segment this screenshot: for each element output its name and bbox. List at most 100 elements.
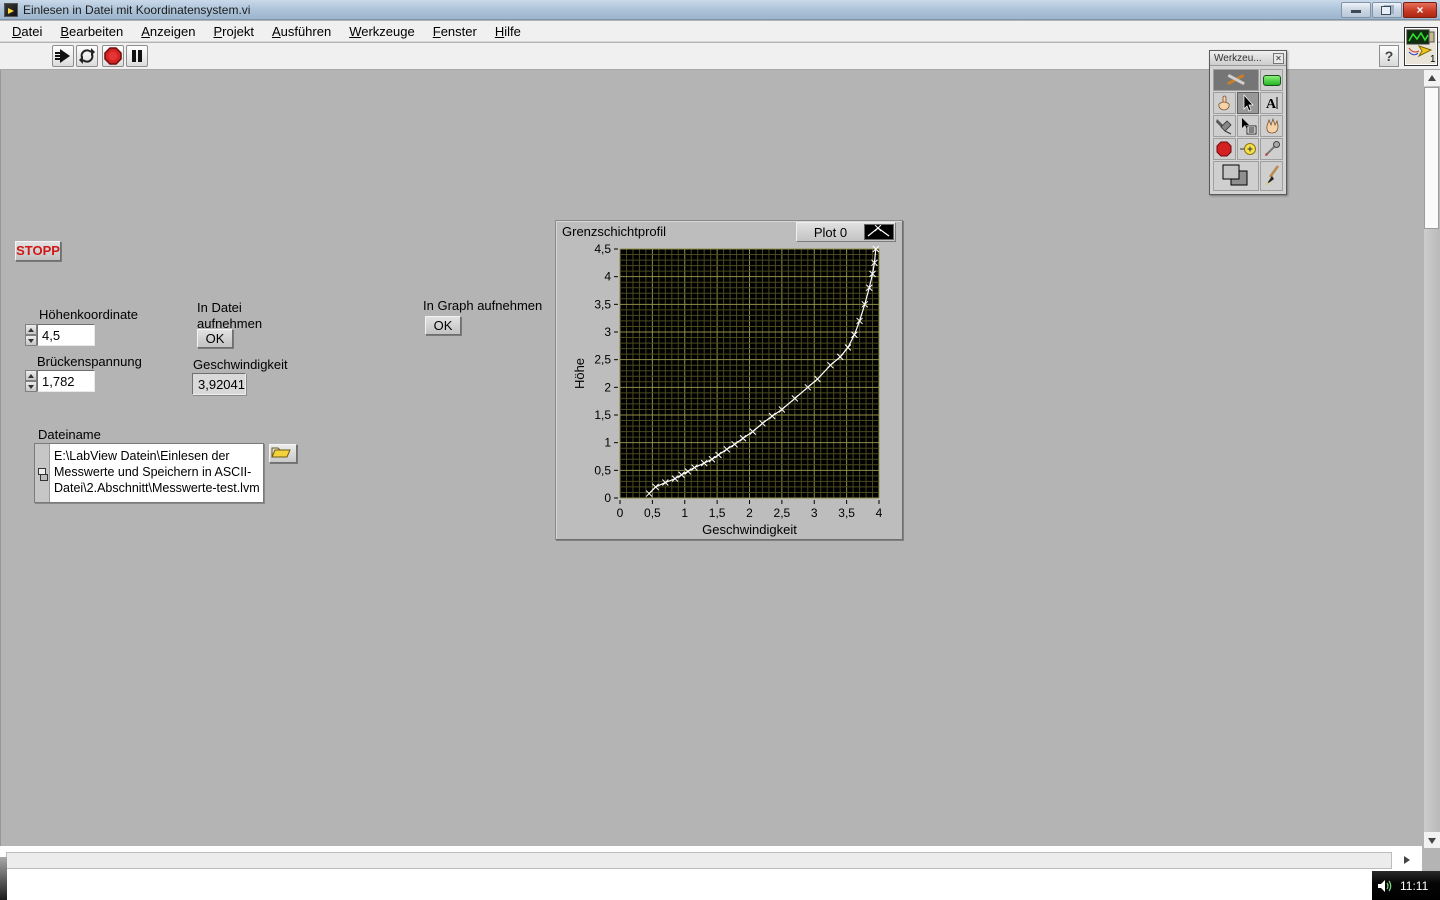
run-icon [55,49,70,63]
scroll-down-icon[interactable] [1424,832,1440,848]
tool-edit-text[interactable]: A [1260,92,1284,114]
labview-app-icon [4,2,18,17]
svg-text:2: 2 [604,380,611,394]
vertical-scroll-thumb[interactable] [1424,87,1439,229]
dateiname-path-text[interactable]: E:\LabView Datein\Einlesen der Messwerte… [50,444,263,502]
scroll-hand-icon [1266,117,1279,134]
decrement-button[interactable] [25,335,37,346]
menu-projekt[interactable]: Projekt [204,22,262,41]
svg-text:A: A [1266,97,1277,112]
svg-text:0: 0 [604,491,611,505]
dateiname-path-control[interactable]: E:\LabView Datein\Einlesen der Messwerte… [34,443,264,503]
titlebar[interactable]: Einlesen in Datei mit Koordinatensystem.… [0,0,1440,20]
tools-palette-title: Werkzeu... [1214,53,1262,64]
pause-button[interactable] [126,45,148,67]
graph-title: Grenzschichtprofil [562,224,667,239]
pause-icon [132,50,142,62]
svg-text:3: 3 [811,506,818,520]
in-datei-ok-button[interactable]: OK [197,329,233,348]
svg-text:1,5: 1,5 [594,408,611,422]
geschwindigkeit-indicator: 3,92041 [192,373,246,395]
color-boxes-icon [1222,164,1248,186]
in-graph-aufnehmen-label: In Graph aufnehmen [423,298,543,313]
abort-icon [104,47,122,65]
palette-close-icon[interactable]: ✕ [1273,53,1284,64]
taskbar-left-edge [0,857,7,900]
brueckenspannung-input[interactable]: 1,782 [37,370,95,392]
svg-text:1: 1 [1430,54,1436,65]
decrement-button[interactable] [25,381,37,392]
tool-paint-brush[interactable] [1260,161,1283,191]
tool-get-color[interactable] [1260,138,1284,160]
horizontal-scrollbar[interactable] [0,846,1422,900]
menu-datei[interactable]: Datei [3,22,51,41]
stopp-button[interactable]: STOPP [15,241,61,261]
in-graph-ok-button[interactable]: OK [425,316,461,335]
menu-ausfuehren[interactable]: Ausführen [263,22,340,41]
abort-button[interactable] [102,45,124,67]
tool-probe[interactable] [1236,138,1260,160]
brueckenspannung-label: Brückenspannung [37,354,142,369]
tool-connect-wire[interactable] [1213,115,1236,137]
context-help-button[interactable]: ? [1379,45,1399,67]
legend-line-sample [864,224,894,240]
svg-text:0: 0 [617,506,624,520]
tools-palette[interactable]: Werkzeu... ✕ A [1209,50,1287,195]
text-tool-icon: A [1266,97,1278,112]
menu-fenster[interactable]: Fenster [424,22,486,41]
run-button[interactable] [52,45,74,67]
vertical-scrollbar[interactable] [1424,70,1440,848]
horizontal-scroll-thumb[interactable] [6,852,1392,869]
menu-hilfe[interactable]: Hilfe [486,22,530,41]
labview-window: Einlesen in Datei mit Koordinatensystem.… [0,0,1440,900]
hoehenkoordinate-control: 4,5 [25,324,95,346]
auto-tool-icon [1227,74,1246,86]
svg-text:2: 2 [746,506,753,520]
close-button[interactable]: × [1403,2,1437,18]
svg-text:3: 3 [604,325,611,339]
increment-button[interactable] [25,324,37,335]
svg-text:2,5: 2,5 [774,506,791,520]
menubar: Datei Bearbeiten Anzeigen Projekt Ausfüh… [0,21,1440,42]
browse-button[interactable] [269,444,297,463]
tool-position-select[interactable] [1236,92,1260,114]
tool-set-color[interactable] [1213,161,1260,191]
restore-button[interactable] [1372,2,1402,18]
menu-werkzeuge[interactable]: Werkzeuge [340,22,424,41]
tool-operate-value[interactable] [1213,92,1236,114]
tool-object-menu[interactable] [1236,115,1260,137]
graph-plot-area: 0 0,5 1 1,5 2 2,5 3 3,5 4 0 0,5 1 1,5 2 2,5 3 3,5 4 4,5 Ges… [572,242,883,537]
paintbrush-icon [1265,165,1279,185]
cursor-arrow-icon [1243,94,1254,112]
wire-spool-icon [1216,119,1232,135]
tool-breakpoint[interactable] [1213,138,1236,160]
scroll-up-icon[interactable] [1424,70,1440,86]
tool-auto-select[interactable] [1213,69,1260,91]
tool-scroll-window[interactable] [1260,115,1284,137]
hoehenkoordinate-input[interactable]: 4,5 [37,324,95,346]
led-indicator-icon [1262,74,1281,86]
eyedropper-icon [1264,141,1280,156]
tools-palette-titlebar[interactable]: Werkzeu... ✕ [1210,51,1286,66]
graph-legend[interactable]: Plot 0 [796,222,896,242]
vi-icon-graphic: 1 [1406,29,1436,65]
run-continuous-button[interactable] [76,45,98,67]
legend-plot-label: Plot 0 [813,224,848,240]
svg-text:0,5: 0,5 [594,463,611,477]
menu-anzeigen[interactable]: Anzeigen [132,22,204,41]
minimize-button[interactable] [1341,2,1371,18]
grenzschichtprofil-graph: 0 0,5 1 1,5 2 2,5 3 3,5 4 0 0,5 1 1,5 2 2,5 3 3,5 4 4,5 Ges… [555,220,903,540]
svg-text:Höhe: Höhe [572,358,587,389]
menu-cursor-icon [1242,118,1257,135]
scroll-right-icon[interactable] [1398,852,1414,869]
volume-icon[interactable] [1377,879,1394,893]
svg-text:4: 4 [604,270,611,284]
taskbar-clock[interactable]: 11:11 [1400,879,1428,893]
tool-led[interactable] [1260,69,1283,91]
increment-button[interactable] [25,370,37,381]
tools-grid: A [1210,66,1286,194]
probe-icon [1240,143,1256,155]
breakpoint-stop-icon [1216,141,1232,157]
vi-icon[interactable]: 1 [1404,27,1438,66]
menu-bearbeiten[interactable]: Bearbeiten [51,22,132,41]
